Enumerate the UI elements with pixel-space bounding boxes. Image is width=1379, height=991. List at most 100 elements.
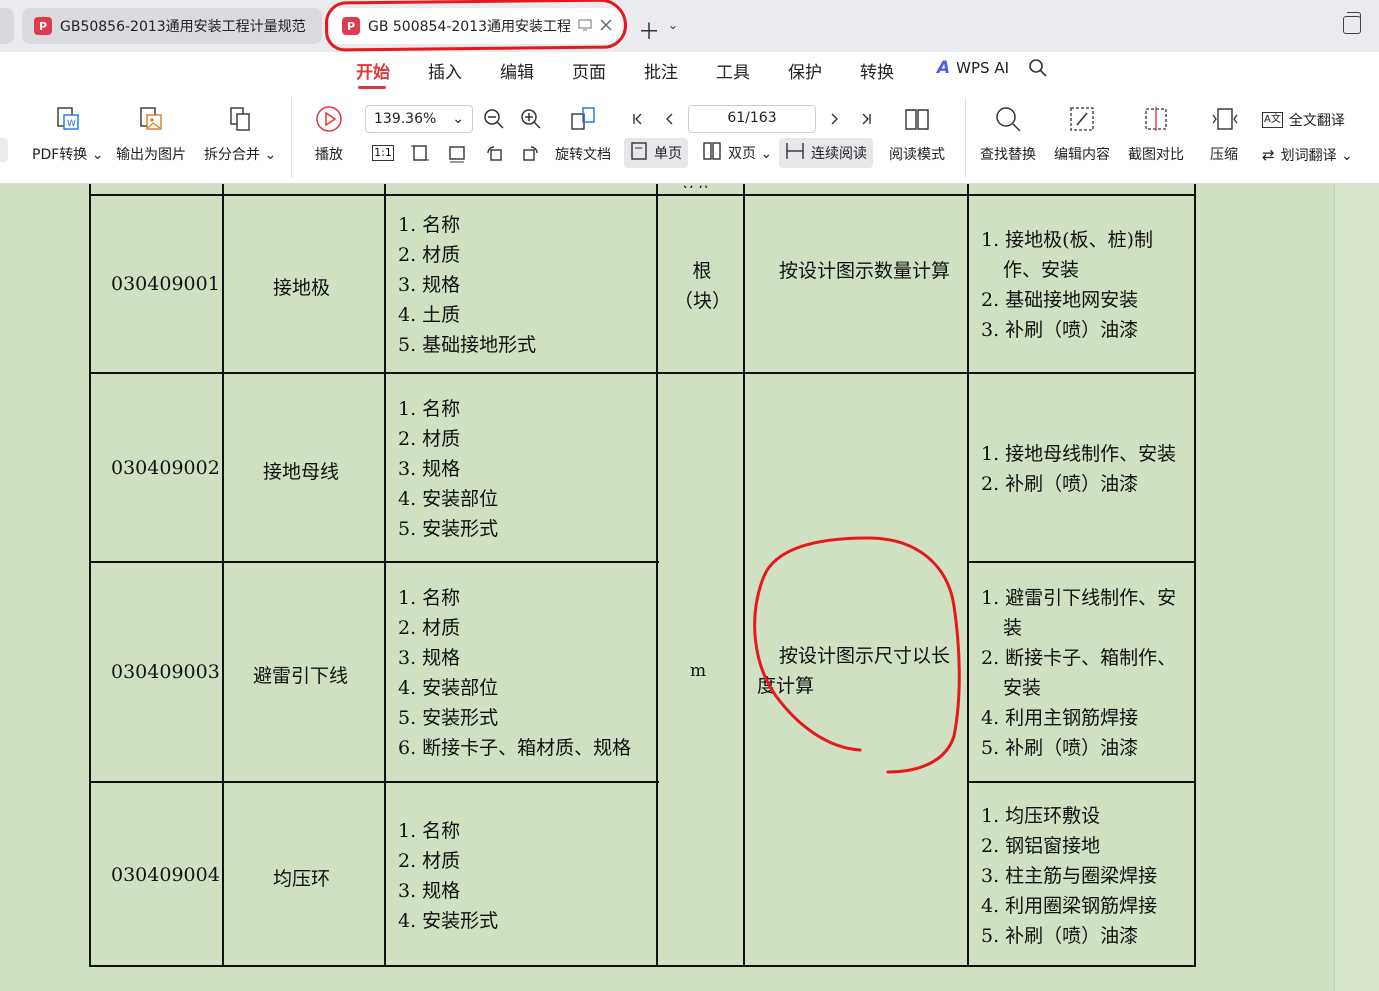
- find-replace-label: 查找替换: [980, 147, 1036, 163]
- book-icon: [902, 104, 932, 134]
- table-row-code: 030409001: [111, 273, 220, 295]
- split-merge-label: 拆分合并 ⌄: [204, 147, 277, 163]
- list-item: 1. 接地极(板、桩)制: [981, 229, 1153, 251]
- tab-document-1[interactable]: P GB50856-2013通用安装工程计量规范: [22, 8, 322, 44]
- screenshot-compare-icon: [1141, 104, 1171, 134]
- edit-content-label: 编辑内容: [1054, 147, 1110, 163]
- pdf-to-word-icon: W: [53, 104, 83, 134]
- list-item: 2. 补刷（喷）油漆: [981, 473, 1139, 495]
- previous-page-icon[interactable]: [659, 108, 681, 130]
- table-row-unit: m: [690, 661, 707, 681]
- tab-document-2[interactable]: P GB 500854-2013通用安装工程: [330, 8, 622, 44]
- menu-protect[interactable]: 保护: [788, 58, 822, 83]
- edit-content-button[interactable]: 编辑内容: [1054, 104, 1110, 164]
- tab-title: GB50856-2013通用安装工程计量规范: [60, 19, 306, 35]
- play-button[interactable]: 播放: [314, 104, 344, 164]
- continuous-read-button[interactable]: 连续阅读: [779, 138, 873, 168]
- list-item: 2. 钢铝窗接地: [981, 835, 1101, 857]
- first-page-icon[interactable]: [627, 108, 649, 130]
- list-item: 5. 安装形式: [398, 707, 499, 729]
- read-mode-button[interactable]: 阅读模式: [889, 104, 945, 164]
- screenshot-compare-button[interactable]: 截图对比: [1128, 104, 1184, 164]
- rotate-document-button[interactable]: 旋转文档: [555, 104, 611, 164]
- full-translate-button[interactable]: A文 全文翻译: [1262, 110, 1345, 130]
- wps-ai-icon: A: [937, 58, 951, 78]
- menu-insert[interactable]: 插入: [428, 58, 462, 83]
- menu-edit[interactable]: 编辑: [500, 58, 534, 83]
- list-item: 3. 补刷（喷）油漆: [981, 319, 1139, 341]
- continuous-read-icon: [785, 141, 805, 165]
- double-page-label: 双页 ⌄: [728, 146, 773, 162]
- zoom-in-icon[interactable]: [520, 108, 542, 130]
- pdf-icon: P: [34, 17, 52, 35]
- table-row-features: 1. 名称 2. 材质 3. 规格 4. 安装部位 5. 安装形式 6. 断接卡…: [398, 583, 631, 763]
- word-translate-icon: ⇄: [1262, 146, 1275, 164]
- menu-convert[interactable]: 转换: [860, 58, 894, 83]
- double-page-button[interactable]: 双页 ⌄: [696, 138, 778, 168]
- menu-tools[interactable]: 工具: [716, 58, 750, 83]
- restore-window-icon[interactable]: [1343, 12, 1361, 34]
- table-border: [89, 781, 659, 783]
- split-merge-icon: [225, 104, 255, 134]
- new-tab-icon[interactable]: ＋: [638, 14, 660, 46]
- list-item: 5. 基础接地形式: [398, 334, 537, 356]
- single-page-button[interactable]: 单页: [624, 138, 688, 168]
- monitor-icon: [578, 17, 592, 35]
- table-border: [1194, 194, 1196, 967]
- list-item: 5. 补刷（喷）油漆: [981, 737, 1139, 759]
- fit-width-icon[interactable]: [446, 142, 468, 164]
- translate-icon: A文: [1262, 112, 1283, 128]
- zoom-select[interactable]: 139.36% ⌄: [365, 105, 473, 133]
- list-item: 4. 安装部位: [398, 488, 499, 510]
- rotate-right-icon[interactable]: [520, 142, 542, 164]
- double-page-icon: [702, 141, 722, 165]
- toolbar: W PDF转换 ⌄ 输出为图片 拆分合并 ⌄ 播放 139.36% ⌄ 1:1: [0, 92, 1379, 184]
- compress-button[interactable]: 压缩: [1209, 104, 1239, 164]
- fit-page-icon[interactable]: [409, 142, 431, 164]
- list-item: 3. 柱主筋与圈梁焊接: [981, 865, 1158, 887]
- search-icon[interactable]: [1028, 58, 1048, 82]
- split-merge-button[interactable]: 拆分合并 ⌄: [204, 104, 276, 164]
- wps-ai-button[interactable]: A WPS AI: [937, 58, 1009, 78]
- table-row-rule: 按设计图示数量计算: [779, 260, 951, 282]
- export-image-label: 输出为图片: [116, 147, 186, 163]
- rotate-left-icon[interactable]: [483, 142, 505, 164]
- play-icon: [314, 104, 344, 134]
- single-page-label: 单页: [654, 146, 682, 162]
- tab-bar: P GB50856-2013通用安装工程计量规范 P GB 500854-201…: [0, 0, 1379, 52]
- list-item: 2. 断接卡子、箱制作、: [981, 647, 1177, 669]
- zoom-out-icon[interactable]: [483, 108, 505, 130]
- table-row-code: 030409002: [111, 457, 220, 479]
- list-item: 2. 材质: [398, 244, 461, 266]
- tab-stub[interactable]: [0, 8, 14, 44]
- actual-size-icon[interactable]: 1:1: [372, 142, 394, 164]
- word-translate-button[interactable]: ⇄ 划词翻译 ⌄: [1262, 145, 1353, 165]
- toolbar-left-handle[interactable]: [0, 138, 8, 162]
- last-page-icon[interactable]: [855, 108, 877, 130]
- list-item: 3. 规格: [398, 274, 461, 296]
- edit-content-icon: [1067, 104, 1097, 134]
- menu-start[interactable]: 开始: [356, 58, 390, 83]
- list-item: 装: [1003, 617, 1023, 639]
- vertical-scrollbar[interactable]: [1334, 184, 1379, 991]
- chevron-down-icon[interactable]: ⌄: [668, 18, 678, 32]
- list-item: 1. 名称: [398, 214, 461, 236]
- pdf-convert-button[interactable]: W PDF转换 ⌄: [32, 104, 103, 164]
- find-replace-button[interactable]: 查找替换: [980, 104, 1036, 164]
- close-tab-icon[interactable]: [600, 17, 612, 35]
- table-border: [968, 561, 1196, 563]
- menu-page[interactable]: 页面: [572, 58, 606, 83]
- wps-ai-label: WPS AI: [956, 59, 1010, 77]
- table-border: [656, 194, 658, 967]
- list-item: 2. 基础接地网安装: [981, 289, 1139, 311]
- menu-bar: 开始 插入 编辑 页面 批注 工具 保护 转换 A WPS AI: [0, 52, 1379, 92]
- search-icon: [993, 104, 1023, 134]
- compress-icon: [1209, 104, 1239, 134]
- next-page-icon[interactable]: [823, 108, 845, 130]
- menu-comment[interactable]: 批注: [644, 58, 678, 83]
- page-number-input[interactable]: 61/163: [688, 105, 816, 133]
- table-row-work: 1. 接地极(板、桩)制 作、安装 2. 基础接地网安装 3. 补刷（喷）油漆: [981, 225, 1153, 345]
- export-image-icon: [136, 104, 166, 134]
- export-image-button[interactable]: 输出为图片: [116, 104, 186, 164]
- table-border: [743, 194, 745, 967]
